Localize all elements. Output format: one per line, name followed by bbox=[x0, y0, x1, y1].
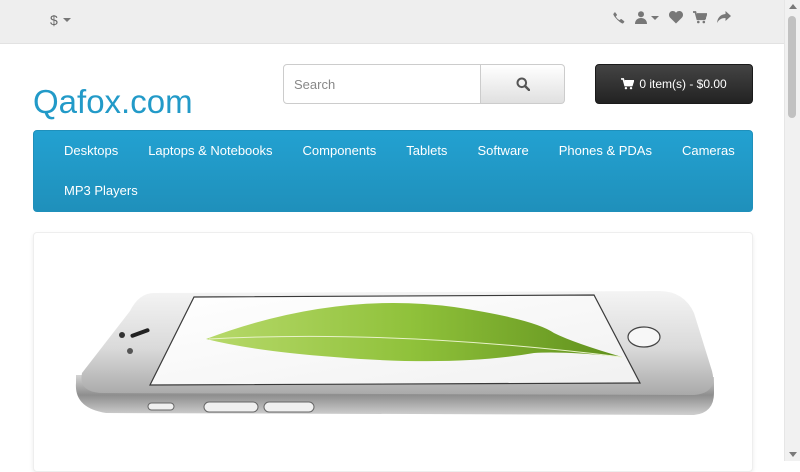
menu-item-tablets[interactable]: Tablets bbox=[391, 131, 462, 171]
heart-icon[interactable] bbox=[669, 11, 683, 24]
account-dropdown[interactable] bbox=[635, 11, 659, 24]
cart-icon bbox=[621, 78, 635, 90]
share-icon[interactable] bbox=[717, 11, 731, 24]
chevron-down-icon bbox=[62, 18, 71, 22]
top-links bbox=[612, 11, 731, 24]
user-icon bbox=[635, 11, 647, 24]
slideshow-banner[interactable] bbox=[33, 232, 753, 472]
currency-dropdown[interactable]: $ bbox=[50, 12, 71, 28]
menu-item-phones-pdas[interactable]: Phones & PDAs bbox=[544, 131, 667, 171]
phone-product-image bbox=[75, 291, 715, 415]
scroll-up-arrow-icon[interactable] bbox=[789, 4, 797, 9]
menu-item-mp3-players[interactable]: MP3 Players bbox=[49, 171, 153, 211]
scroll-down-arrow-icon[interactable] bbox=[789, 452, 797, 457]
menu-item-cameras[interactable]: Cameras bbox=[667, 131, 750, 171]
site-logo[interactable]: Qafox.com bbox=[33, 82, 193, 122]
search-box bbox=[283, 64, 565, 104]
search-icon bbox=[516, 77, 530, 91]
chevron-down-icon bbox=[651, 15, 659, 20]
currency-symbol: $ bbox=[50, 12, 58, 28]
search-input[interactable] bbox=[283, 64, 481, 104]
cart-button[interactable]: 0 item(s) - $0.00 bbox=[595, 64, 753, 104]
main-menu: Desktops Laptops & Notebooks Components … bbox=[33, 130, 753, 212]
scrollbar[interactable] bbox=[784, 0, 800, 461]
top-bar: $ bbox=[0, 0, 785, 44]
cart-total-label: 0 item(s) - $0.00 bbox=[639, 77, 727, 91]
scrollbar-thumb[interactable] bbox=[788, 16, 796, 118]
cart-icon[interactable] bbox=[693, 11, 707, 24]
menu-item-software[interactable]: Software bbox=[462, 131, 543, 171]
search-button[interactable] bbox=[481, 64, 565, 104]
menu-item-desktops[interactable]: Desktops bbox=[49, 131, 133, 171]
menu-item-laptops-notebooks[interactable]: Laptops & Notebooks bbox=[133, 131, 287, 171]
menu-item-components[interactable]: Components bbox=[288, 131, 392, 171]
phone-icon[interactable] bbox=[612, 11, 625, 24]
